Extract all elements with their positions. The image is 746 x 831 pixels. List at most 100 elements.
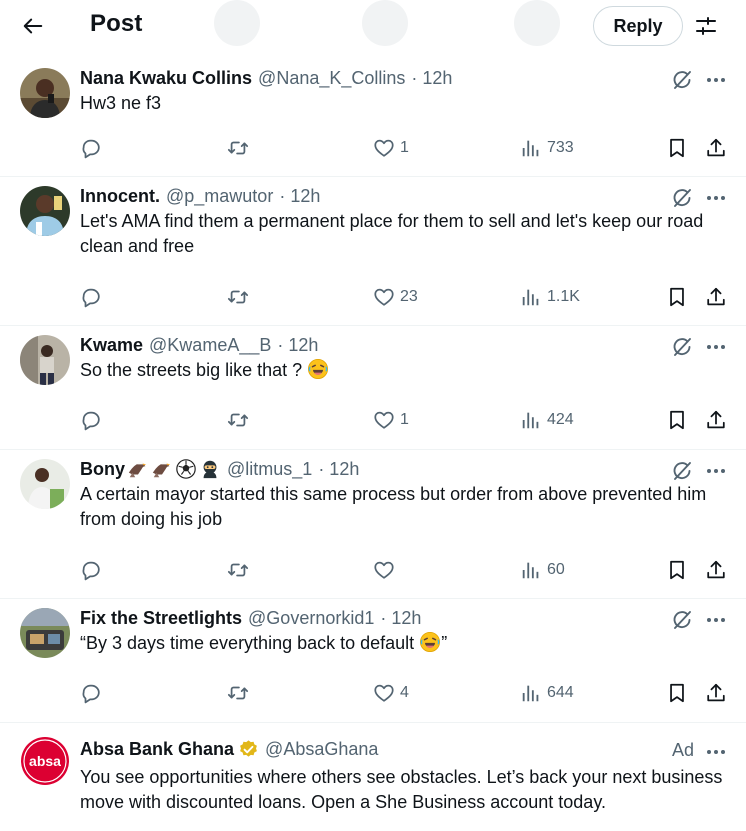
avatar[interactable] [20, 186, 70, 236]
views-action[interactable]: 1.1K [520, 283, 580, 311]
eagle-emoji-icon [128, 461, 147, 478]
like-action[interactable] [373, 556, 400, 584]
author-name[interactable]: Innocent. [80, 184, 160, 208]
reply-icon [80, 682, 102, 704]
action-bar: 60 [0, 556, 746, 584]
author-name[interactable]: Fix the Streetlights [80, 606, 242, 630]
timestamp[interactable]: · 12h [380, 606, 421, 630]
more-icon[interactable] [704, 608, 728, 632]
author-handle[interactable]: @litmus_1 [227, 457, 312, 481]
reply-tweet[interactable]: Fix the Streetlights @Governorkid1 · 12h… [0, 600, 746, 723]
grok-icon[interactable] [670, 608, 694, 632]
views-action[interactable]: 424 [520, 406, 574, 434]
tweet-text: You see opportunities where others see o… [80, 767, 723, 812]
author-name[interactable]: Kwame [80, 333, 143, 357]
settings-sliders-icon [696, 17, 716, 35]
ad-label: Ad [671, 740, 694, 760]
soccer-ball-icon [176, 459, 196, 479]
tweet-text-content: “By 3 days time everything back to defau… [80, 633, 415, 653]
views-icon [520, 286, 542, 308]
author-name[interactable]: Absa Bank Ghana [80, 737, 234, 761]
timestamp[interactable]: · 12h [411, 66, 452, 90]
like-action[interactable]: 1 [373, 134, 409, 162]
settings-button[interactable] [690, 10, 722, 42]
share-action[interactable] [705, 679, 727, 707]
timestamp[interactable]: · 12h [318, 457, 359, 481]
reply-action[interactable] [80, 134, 102, 162]
avatar[interactable] [20, 608, 70, 658]
reply-action[interactable] [80, 283, 102, 311]
views-action[interactable]: 644 [520, 679, 574, 707]
views-action[interactable]: 733 [520, 134, 574, 162]
action-bar: 23 1.1K [0, 283, 746, 311]
grok-icon[interactable] [670, 459, 694, 483]
reply-action[interactable] [80, 556, 102, 584]
author-handle[interactable]: @AbsaGhana [265, 737, 378, 761]
top-bar: Post Reply [0, 0, 746, 56]
grok-icon[interactable] [670, 335, 694, 359]
like-action[interactable]: 23 [373, 283, 418, 311]
absa-logo-text: absa [29, 753, 61, 769]
retweet-action[interactable] [227, 134, 249, 162]
share-action[interactable] [705, 134, 727, 162]
laughing-emoji-icon [419, 631, 441, 653]
reply-tweet[interactable]: Bony @litmus_1 · 12h A certain mayor sta… [0, 451, 746, 599]
retweet-action[interactable] [227, 679, 249, 707]
author-handle[interactable]: @Nana_K_Collins [258, 66, 405, 90]
grok-icon[interactable] [670, 68, 694, 92]
retweet-icon [227, 137, 249, 159]
bookmark-action[interactable] [666, 283, 688, 311]
author-handle[interactable]: @p_mawutor [166, 184, 273, 208]
bookmark-action[interactable] [666, 556, 688, 584]
grok-icon[interactable] [670, 186, 694, 210]
reply-tweet[interactable]: Innocent. @p_mawutor · 12h Let's AMA fin… [0, 178, 746, 326]
more-icon[interactable] [704, 459, 728, 483]
author-name[interactable]: Nana Kwaku Collins [80, 66, 252, 90]
author-handle[interactable]: @KwameA__B [149, 333, 271, 357]
share-icon [705, 286, 727, 308]
views-action[interactable]: 60 [520, 556, 565, 584]
avatar[interactable] [20, 459, 70, 509]
more-icon[interactable] [704, 186, 728, 210]
more-icon[interactable] [704, 740, 728, 764]
like-icon [373, 409, 395, 431]
avatar[interactable] [20, 335, 70, 385]
share-action[interactable] [705, 406, 727, 434]
avatar[interactable] [20, 68, 70, 118]
views-icon [520, 409, 542, 431]
more-icon[interactable] [704, 335, 728, 359]
like-action[interactable]: 1 [373, 406, 409, 434]
back-button[interactable] [14, 7, 52, 45]
share-icon [705, 137, 727, 159]
bookmark-action[interactable] [666, 134, 688, 162]
retweet-action[interactable] [227, 406, 249, 434]
bookmark-action[interactable] [666, 406, 688, 434]
reply-action[interactable] [80, 406, 102, 434]
author-handle[interactable]: @Governorkid1 [248, 606, 374, 630]
bookmark-action[interactable] [666, 679, 688, 707]
timestamp[interactable]: · 12h [279, 184, 320, 208]
share-icon [705, 682, 727, 704]
tweet-text-end: ” [441, 633, 448, 653]
like-action[interactable]: 4 [373, 679, 409, 707]
more-icon[interactable] [704, 68, 728, 92]
like-count: 1 [400, 411, 409, 428]
faded-background-circle [514, 0, 560, 46]
like-count: 23 [400, 288, 418, 305]
reply-tweet[interactable]: Nana Kwaku Collins @Nana_K_Collins · 12h… [0, 60, 746, 177]
retweet-action[interactable] [227, 283, 249, 311]
ad-tweet[interactable]: absa Absa Bank Ghana @AbsaGhana Ad You s… [0, 724, 746, 831]
retweet-action[interactable] [227, 556, 249, 584]
author-name[interactable]: Bony [80, 457, 125, 481]
reply-action[interactable] [80, 679, 102, 707]
timestamp[interactable]: · 12h [277, 333, 318, 357]
faded-background-circle [362, 0, 408, 46]
avatar[interactable]: absa [20, 736, 70, 786]
reply-tweet[interactable]: Kwame @KwameA__B · 12h So the streets bi… [0, 327, 746, 450]
views-icon [520, 559, 542, 581]
verified-gold-badge-icon [240, 739, 257, 757]
like-count: 4 [400, 684, 409, 701]
share-action[interactable] [705, 556, 727, 584]
share-action[interactable] [705, 283, 727, 311]
reply-button[interactable]: Reply [593, 6, 683, 46]
